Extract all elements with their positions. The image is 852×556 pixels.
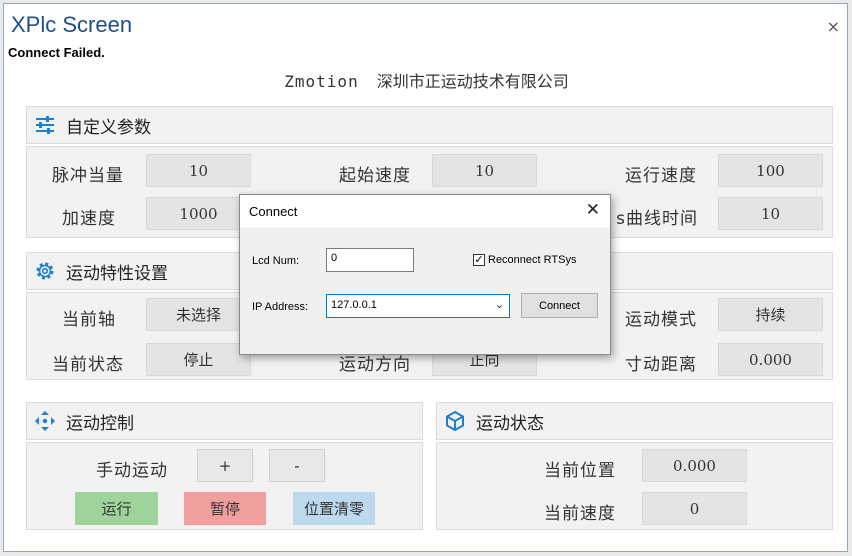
motion-settings-title: 运动特性设置 [66, 263, 168, 284]
current-position-label: 当前位置 [544, 461, 616, 481]
start-speed-value[interactable]: 10 [432, 154, 537, 187]
ip-address-select[interactable]: 127.0.0.1 ⌄ [326, 294, 510, 318]
ip-address-label: IP Address: [252, 301, 309, 313]
jog-distance-label: 寸动距离 [625, 355, 697, 375]
run-button[interactable]: 运行 [75, 492, 158, 525]
s-curve-time-label: s曲线时间 [616, 209, 698, 229]
current-position-value: 0.000 [642, 449, 747, 482]
acceleration-label: 加速度 [62, 209, 116, 229]
jog-plus-button[interactable]: + [197, 449, 253, 482]
motion-status-header: 运动状态 [436, 402, 833, 440]
dialog-title: Connect [249, 204, 298, 219]
gear-icon [34, 260, 56, 282]
manual-motion-label: 手动运动 [96, 461, 168, 481]
lcd-num-input[interactable]: 0 [326, 248, 414, 272]
connect-button[interactable]: Connect [521, 293, 598, 318]
current-state-label: 当前状态 [52, 355, 124, 375]
reconnect-checkbox[interactable]: ✓ [473, 254, 485, 266]
connection-status-text: Connect Failed. [8, 45, 105, 60]
reconnect-label: Reconnect RTSys [488, 254, 577, 266]
connect-dialog: Connect ✕ Lcd Num: 0 ✓ Reconnect RTSys I… [239, 194, 611, 355]
window-close-button[interactable]: × [827, 17, 840, 36]
current-speed-label: 当前速度 [544, 504, 616, 524]
lcd-num-label: Lcd Num: [252, 255, 300, 267]
company-name-cn: 深圳市正运动技术有限公司 [376, 72, 569, 91]
s-curve-time-value[interactable]: 10 [718, 197, 823, 230]
window-title: XPlc Screen [11, 12, 133, 37]
current-axis-label: 当前轴 [62, 310, 116, 330]
custom-params-title: 自定义参数 [66, 117, 151, 138]
company-line: Zmotion 深圳市正运动技术有限公司 [4, 68, 849, 92]
company-name-en: Zmotion [284, 72, 359, 91]
start-speed-label: 起始速度 [339, 166, 411, 186]
dialog-titlebar: Connect ✕ [240, 195, 610, 227]
sliders-icon [34, 114, 56, 136]
run-speed-label: 运行速度 [625, 166, 697, 186]
motion-control-title: 运动控制 [66, 413, 134, 434]
motion-mode-label: 运动模式 [625, 310, 697, 330]
zero-position-button[interactable]: 位置清零 [293, 492, 375, 525]
current-speed-value: 0 [642, 492, 747, 525]
custom-params-header: 自定义参数 [26, 106, 833, 144]
jog-minus-button[interactable]: - [269, 449, 325, 482]
motion-control-header: 运动控制 [26, 402, 423, 440]
current-axis-value[interactable]: 未选择 [146, 298, 251, 331]
pulse-equivalent-label: 脉冲当量 [52, 166, 124, 186]
run-speed-value[interactable]: 100 [718, 154, 823, 187]
chevron-down-icon[interactable]: ⌄ [495, 298, 504, 311]
pause-button[interactable]: 暂停 [184, 492, 266, 525]
current-state-value: 停止 [146, 343, 251, 376]
acceleration-value[interactable]: 1000 [146, 197, 251, 230]
ip-address-value: 127.0.0.1 [331, 299, 377, 311]
cube-icon [444, 410, 466, 432]
motion-status-body [436, 442, 833, 530]
motion-mode-value[interactable]: 持续 [718, 298, 823, 331]
pulse-equivalent-value[interactable]: 10 [146, 154, 251, 187]
jog-distance-value[interactable]: 0.000 [718, 343, 823, 376]
move-icon [34, 410, 56, 432]
dialog-close-button[interactable]: ✕ [586, 200, 600, 220]
motion-status-title: 运动状态 [476, 413, 544, 434]
